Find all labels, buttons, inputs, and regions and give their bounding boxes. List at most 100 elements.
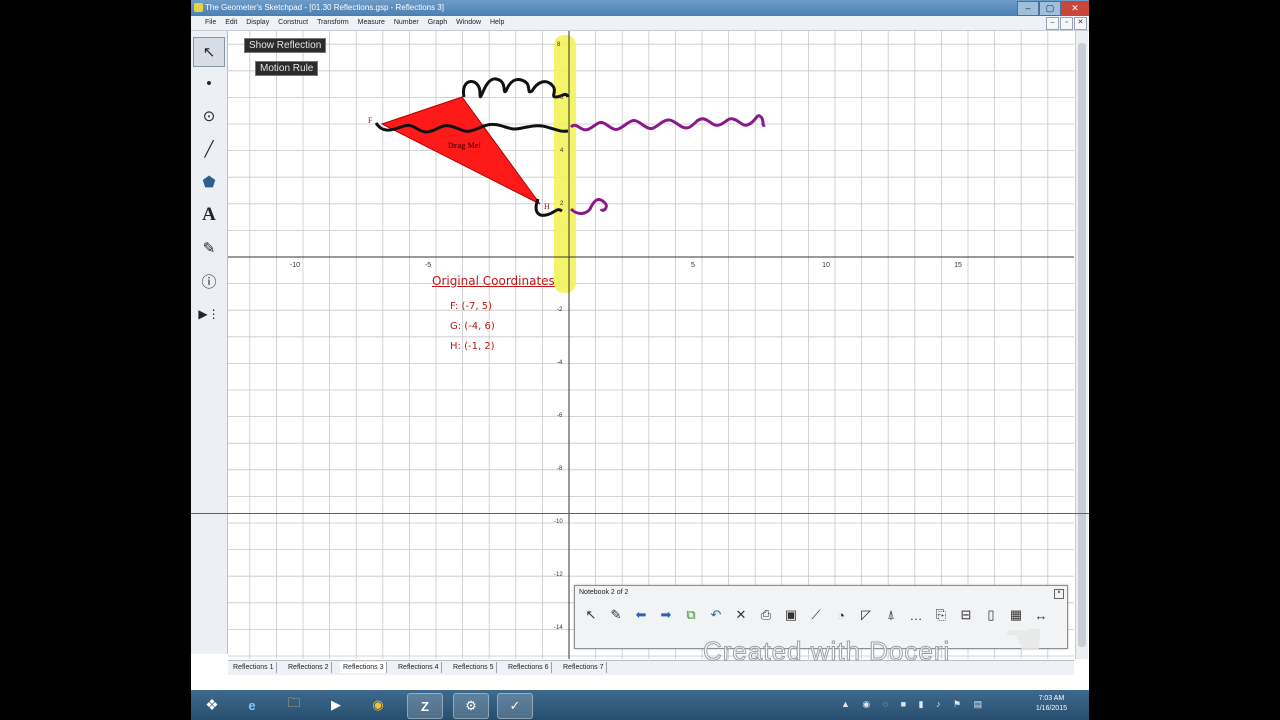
compass-tool[interactable]: ⊙ <box>194 102 224 130</box>
tab-reflections-3[interactable]: Reflections 3 <box>340 662 388 673</box>
notebook-title: Notebook 2 of 2 <box>579 589 629 596</box>
document-icon[interactable]: ▯ <box>981 605 1001 625</box>
minimize-button[interactable]: – <box>1017 1 1039 16</box>
notebook-close-icon[interactable]: × <box>1054 589 1064 599</box>
purple-scribble-reflection <box>569 114 766 132</box>
x-tick-label: -5 <box>425 262 431 269</box>
point-label-f: F <box>368 116 373 125</box>
x-tick-label: -10 <box>290 262 300 269</box>
x-tick-label: 15 <box>954 262 962 269</box>
straightedge-tool[interactable]: ╱ <box>194 135 224 163</box>
sketchpad-window: The Geometer's Sketchpad - [01.30 Reflec… <box>191 0 1089 720</box>
media-player-icon[interactable]: ▶ <box>319 693 353 717</box>
y-tick-label: -10 <box>554 519 563 525</box>
system-tray-icons[interactable]: ▲ ◉ ◌ ■ ▮ ♪ ⚑ ▤ <box>841 699 987 710</box>
coordinate-g: G: (-4, 6) <box>450 321 495 332</box>
screen-icon[interactable]: ⊟ <box>956 605 976 625</box>
protractor-icon[interactable]: ◔ <box>831 605 851 625</box>
line-icon[interactable]: ⟋ <box>806 605 826 625</box>
custom-tool[interactable]: ▶⋮ <box>194 300 224 328</box>
windows-taskbar: ❖ e 🗀 ▶ ◉ Z ⚙ ✓ ▲ ◉ ◌ ■ ▮ ♪ ⚑ ▤ 7:03 AM … <box>191 690 1089 720</box>
x-tick-label: 10 <box>822 262 830 269</box>
menu-construct[interactable]: Construct <box>278 16 308 30</box>
notebook-tools: ↖ ✎ ⬅ ➡ ⧉ ↶ ✕ ⎙ ▣ ⟋ ◔ ◸ ⍋ … ⎘ ⊟ ▯ ▦ ↔ <box>581 605 1051 627</box>
doc-restore-button[interactable]: ▫ <box>1060 17 1073 30</box>
notebook-taskbar-icon[interactable]: ✓ <box>497 693 533 719</box>
hand-cursor-icon: ☚ <box>1003 613 1045 665</box>
clipboard-icon[interactable]: ⎘ <box>931 605 951 625</box>
delete-icon[interactable]: ✕ <box>731 605 751 625</box>
chrome-browser-icon[interactable]: ◉ <box>361 693 395 717</box>
menu-display[interactable]: Display <box>246 16 269 30</box>
doc-minimize-button[interactable]: – <box>1046 17 1059 30</box>
y-tick-label: -6 <box>557 413 563 419</box>
scrollbar-thumb[interactable] <box>1078 43 1086 647</box>
y-tick-label: -4 <box>557 360 563 366</box>
menu-help[interactable]: Help <box>490 16 504 30</box>
tab-reflections-6[interactable]: Reflections 6 <box>505 662 553 673</box>
highlighter-stroke <box>554 35 576 293</box>
menu-transform[interactable]: Transform <box>317 16 349 30</box>
menu-file[interactable]: File <box>205 16 216 30</box>
start-button-icon[interactable]: ❖ <box>195 693 229 717</box>
compass-icon[interactable]: ⍋ <box>881 605 901 625</box>
polygon-tool[interactable]: ⬟ <box>194 168 224 196</box>
arrow-select-tool[interactable]: ↖ <box>193 37 225 67</box>
grid-lines <box>228 31 1074 659</box>
coordinate-f: F: (-7, 5) <box>450 301 493 312</box>
menu-bar: File Edit Display Construct Transform Me… <box>191 16 1089 31</box>
information-tool[interactable]: ⓘ <box>194 267 224 295</box>
pen-icon[interactable]: ✎ <box>606 605 626 625</box>
original-coordinates-title: Original Coordinates <box>432 274 555 288</box>
clock-date: 1/16/2015 <box>1035 705 1067 712</box>
tab-reflections-4[interactable]: Reflections 4 <box>395 662 443 673</box>
show-reflection-button[interactable]: Show Reflection <box>244 38 327 53</box>
page-icon[interactable]: ⧉ <box>681 605 701 625</box>
marker-tool[interactable]: ✎ <box>194 234 224 262</box>
menu-window[interactable]: Window <box>456 16 481 30</box>
menu-graph[interactable]: Graph <box>428 16 447 30</box>
y-tick-label: -12 <box>554 572 563 578</box>
forward-arrow-icon[interactable]: ➡ <box>656 605 676 625</box>
maximize-button[interactable]: ▢ <box>1039 1 1061 16</box>
point-tool[interactable]: • <box>194 69 224 97</box>
sketchpad-app-icon <box>194 3 203 12</box>
title-bar: The Geometer's Sketchpad - [01.30 Reflec… <box>191 0 1089 16</box>
vertical-scrollbar[interactable] <box>1075 31 1088 659</box>
more-icon[interactable]: … <box>906 605 926 625</box>
purple-scribble-h <box>569 198 608 215</box>
doc-close-button[interactable]: ✕ <box>1074 17 1087 30</box>
print-icon[interactable]: ⎙ <box>756 605 776 625</box>
image-icon[interactable]: ▣ <box>781 605 801 625</box>
menu-number[interactable]: Number <box>394 16 419 30</box>
tab-reflections-5[interactable]: Reflections 5 <box>450 662 498 673</box>
ie-browser-icon[interactable]: e <box>235 693 269 717</box>
menu-edit[interactable]: Edit <box>225 16 237 30</box>
sketchpad-taskbar-icon[interactable]: Z <box>407 693 443 719</box>
y-tick-label: -8 <box>557 466 563 472</box>
menu-measure[interactable]: Measure <box>358 16 385 30</box>
triangle-ruler-icon[interactable]: ◸ <box>856 605 876 625</box>
tab-reflections-7[interactable]: Reflections 7 <box>560 662 608 673</box>
doceri-watermark: Created with Doceri <box>702 636 951 667</box>
y-tick-label: -14 <box>554 625 563 631</box>
x-tick-label: 5 <box>691 262 695 269</box>
file-explorer-icon[interactable]: 🗀 <box>277 693 311 717</box>
window-title: The Geometer's Sketchpad - [01.30 Reflec… <box>205 3 444 12</box>
screen-divider-line <box>191 513 1089 514</box>
y-tick-label: -2 <box>557 307 563 313</box>
text-tool[interactable]: A <box>194 201 224 229</box>
toolbox: ↖ • ⊙ ╱ ⬟ A ✎ ⓘ ▶⋮ <box>191 31 228 654</box>
tool-taskbar-icon[interactable]: ⚙ <box>453 693 489 719</box>
system-clock[interactable]: 7:03 AM 1/16/2015 <box>1036 694 1067 714</box>
pointer-icon[interactable]: ↖ <box>581 605 601 625</box>
motion-rule-button[interactable]: Motion Rule <box>255 61 319 76</box>
drag-me-label: Drag Me! <box>448 141 481 150</box>
back-arrow-icon[interactable]: ⬅ <box>631 605 651 625</box>
tab-reflections-2[interactable]: Reflections 2 <box>285 662 333 673</box>
sketch-canvas[interactable]: F H Drag Me! -10 -5 5 10 15 8 6 4 2 -2 -… <box>228 31 1074 659</box>
undo-icon[interactable]: ↶ <box>706 605 726 625</box>
coordinate-graph: F H Drag Me! -10 -5 5 10 15 8 6 4 2 -2 -… <box>228 31 1074 659</box>
close-button[interactable]: ✕ <box>1060 1 1089 16</box>
tab-reflections-1[interactable]: Reflections 1 <box>230 662 278 673</box>
